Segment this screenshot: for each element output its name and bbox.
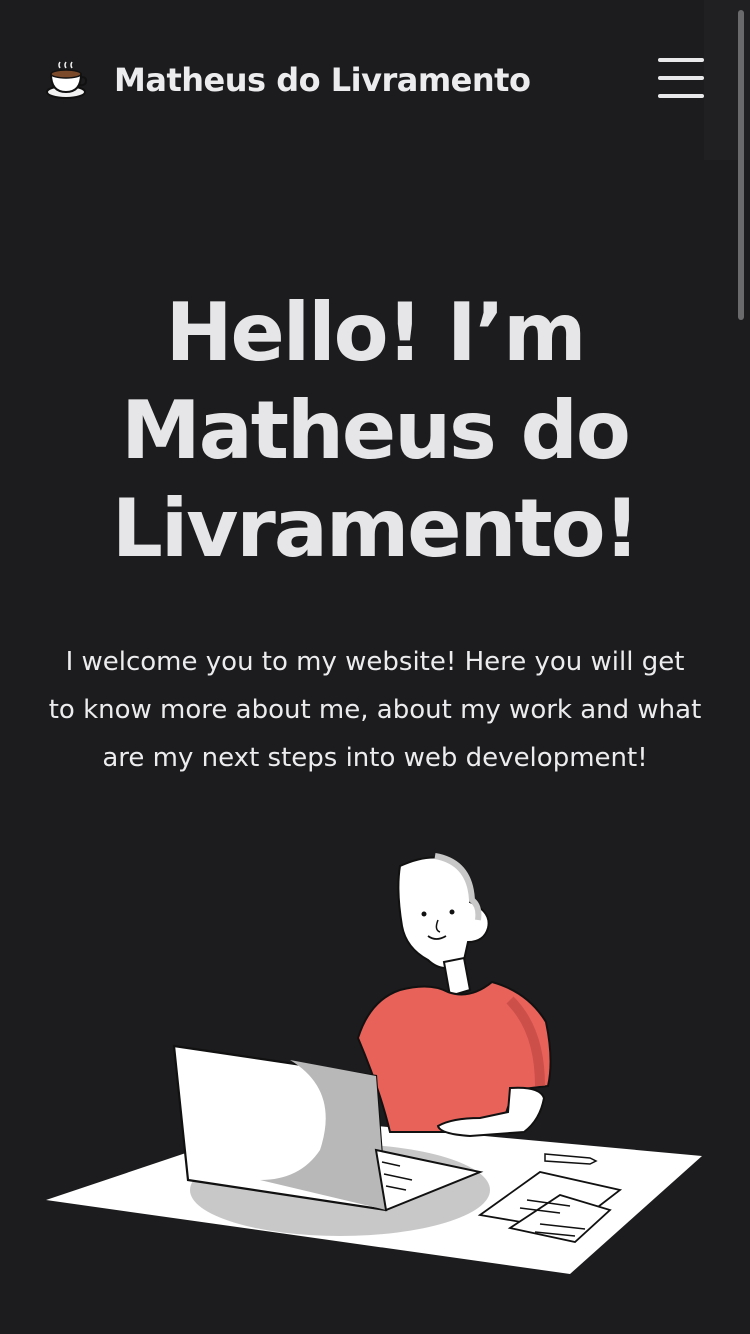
hero-intro-line: to know more about me, about my work and… xyxy=(48,695,702,725)
hero-intro-line: I welcome you to my website! Here you wi… xyxy=(65,647,685,677)
hero-title: Hello! I’m Matheus do Livramento! xyxy=(0,284,750,578)
scrollbar[interactable] xyxy=(738,10,744,320)
hero-title-line: Hello! I’m xyxy=(165,286,587,379)
site-header: Matheus do Livramento xyxy=(0,0,750,320)
hero-intro-text: I welcome you to my website! Here you wi… xyxy=(30,638,720,782)
hero-title-line: Matheus do xyxy=(121,384,631,477)
hero-title-line: Livramento! xyxy=(111,482,640,575)
hamburger-menu-icon[interactable] xyxy=(652,54,710,106)
site-brand-name[interactable]: Matheus do Livramento xyxy=(114,58,531,102)
person-at-laptop-illustration xyxy=(46,853,702,1274)
coffee-cup-icon[interactable] xyxy=(44,58,88,102)
hero-intro-line: are my next steps into web development! xyxy=(102,743,648,773)
